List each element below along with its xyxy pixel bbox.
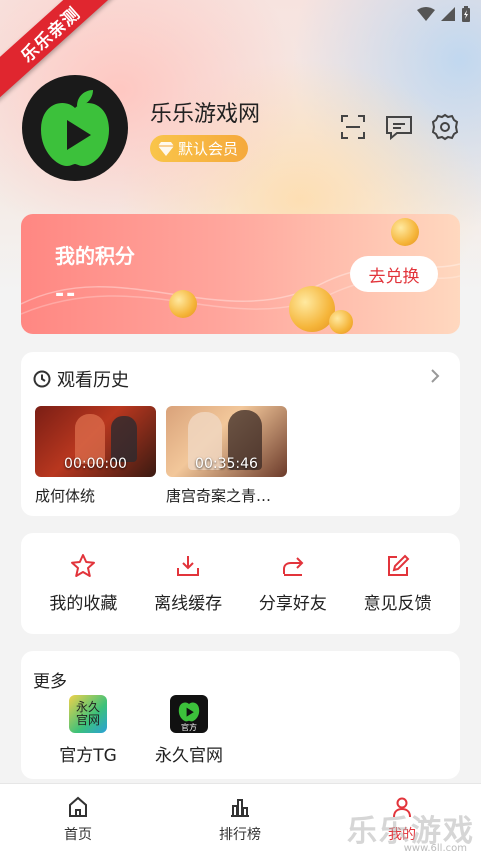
watch-history-title: 观看历史 bbox=[57, 370, 129, 391]
message-button[interactable] bbox=[385, 113, 413, 141]
apple-play-logo-icon bbox=[178, 702, 200, 722]
gear-icon bbox=[431, 113, 459, 141]
history-title[interactable]: 成何体统 bbox=[35, 485, 156, 506]
official-tg-label: 官方TG bbox=[59, 746, 117, 766]
share-button[interactable]: 分享好友 bbox=[243, 553, 343, 614]
coin-decoration bbox=[329, 310, 353, 334]
offline-cache-button[interactable]: 离线缓存 bbox=[138, 553, 238, 614]
coin-decoration bbox=[169, 290, 197, 318]
redeem-button[interactable]: 去兑换 bbox=[350, 256, 438, 292]
battery-icon bbox=[462, 6, 470, 22]
watch-history-card: 观看历史 00:00:00 成何体统 00:35:46 唐宫奇案之青… bbox=[21, 352, 460, 516]
history-thumbnail[interactable]: 00:35:46 bbox=[166, 406, 287, 477]
points-title: 我的积分 bbox=[55, 244, 135, 268]
permanent-site-label: 永久官网 bbox=[155, 746, 223, 766]
favorites-label: 我的收藏 bbox=[49, 594, 118, 614]
header-actions bbox=[339, 113, 459, 141]
share-label: 分享好友 bbox=[258, 594, 327, 614]
edit-icon bbox=[387, 554, 410, 576]
tab-home[interactable]: 首页 bbox=[28, 796, 128, 844]
clock-icon bbox=[33, 370, 51, 388]
avatar[interactable] bbox=[22, 75, 128, 181]
watch-history-header[interactable]: 观看历史 bbox=[33, 366, 129, 392]
coin-decoration bbox=[391, 218, 419, 246]
permanent-site-item[interactable]: 官方 永久官网 bbox=[144, 695, 234, 766]
signal-icon bbox=[441, 7, 455, 21]
star-icon bbox=[71, 554, 96, 577]
coin-decoration bbox=[289, 286, 335, 332]
tab-ranking-label: 排行榜 bbox=[219, 827, 261, 843]
favorites-button[interactable]: 我的收藏 bbox=[33, 553, 133, 614]
permanent-site-icon: 官方 bbox=[170, 695, 208, 733]
message-icon bbox=[386, 116, 412, 140]
feedback-label: 意见反馈 bbox=[363, 594, 432, 614]
diamond-icon bbox=[158, 141, 174, 156]
history-title[interactable]: 唐宫奇案之青… bbox=[166, 485, 287, 506]
feedback-button[interactable]: 意见反馈 bbox=[348, 553, 448, 614]
history-time: 00:00:00 bbox=[64, 456, 127, 472]
member-badge: 默认会员 bbox=[150, 135, 249, 162]
points-card: 我的积分 -- 去兑换 bbox=[21, 214, 460, 334]
scan-button[interactable] bbox=[339, 113, 367, 141]
bottom-tab-bar: 首页 排行榜 我的 乐乐游戏 www.6ll.com bbox=[0, 783, 481, 856]
permanent-site-icon-text: 官方 bbox=[181, 723, 197, 732]
member-badge-label: 默认会员 bbox=[178, 140, 239, 158]
share-icon bbox=[282, 557, 304, 576]
apple-play-logo-icon bbox=[41, 90, 109, 166]
more-card: 更多 永久 官网 官方TG 官方 永久官网 bbox=[21, 651, 460, 779]
chart-icon bbox=[231, 799, 249, 817]
settings-button[interactable] bbox=[431, 113, 459, 141]
history-thumbnail[interactable]: 00:00:00 bbox=[35, 406, 156, 477]
quick-actions-card: 我的收藏 离线缓存 分享好友 意见反馈 bbox=[21, 533, 460, 634]
watermark-url: www.6ll.com bbox=[403, 843, 467, 854]
offline-cache-label: 离线缓存 bbox=[154, 594, 223, 614]
official-tg-icon: 永久 官网 bbox=[69, 695, 107, 733]
history-time: 00:35:46 bbox=[195, 456, 258, 472]
wifi-icon bbox=[417, 7, 435, 21]
username: 乐乐游戏网 bbox=[150, 102, 261, 127]
home-icon bbox=[69, 796, 87, 817]
scan-icon bbox=[341, 115, 365, 139]
tab-home-label: 首页 bbox=[64, 827, 92, 843]
chevron-right-icon[interactable] bbox=[430, 368, 440, 384]
more-title: 更多 bbox=[33, 672, 67, 692]
official-tg-item[interactable]: 永久 官网 官方TG bbox=[43, 695, 133, 766]
points-value: -- bbox=[55, 282, 78, 307]
tab-ranking[interactable]: 排行榜 bbox=[190, 796, 290, 844]
download-icon bbox=[177, 556, 200, 576]
